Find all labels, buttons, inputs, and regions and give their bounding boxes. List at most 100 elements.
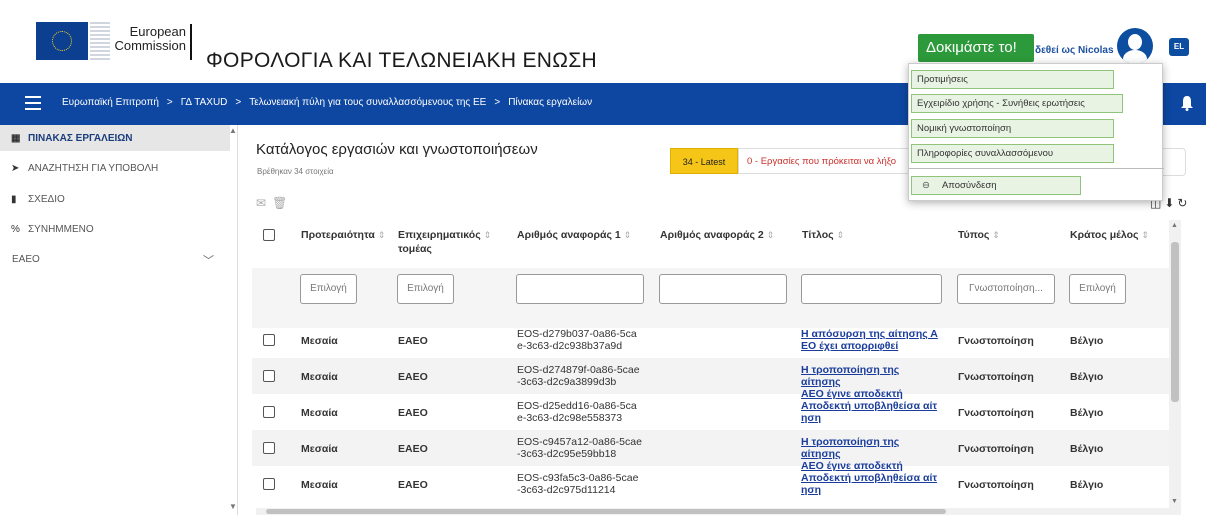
cell-sector: EAEO xyxy=(398,335,428,347)
title-line1: Η τροποποίηση της αίτησης xyxy=(801,364,900,388)
ref1-line2: -3c63-d2c9a3899d3b xyxy=(517,376,617,388)
scroll-up-icon[interactable]: ▲ xyxy=(1171,222,1178,229)
menu-item-trader-info[interactable]: Πληροφορίες συναλλασσόμενου xyxy=(911,144,1114,163)
sort-icon: ⇕ xyxy=(623,230,632,240)
scrollbar-thumb[interactable] xyxy=(1171,242,1179,402)
title-filter-input[interactable] xyxy=(801,274,942,304)
menu-item-logout[interactable]: ⊖ Αποσύνδεση xyxy=(911,176,1081,195)
ref1-line1: EOS-d274879f-0a86-5cae xyxy=(517,364,640,376)
priority-filter[interactable]: Επιλογή xyxy=(300,274,357,304)
header-sector-label-line2: τομέας xyxy=(398,243,432,255)
menu-icon[interactable] xyxy=(25,96,41,110)
row-checkbox[interactable] xyxy=(263,334,275,346)
sidebar-item-label: EAEO xyxy=(12,254,40,265)
logo-divider xyxy=(190,24,192,60)
sidebar-scroll-down-icon[interactable]: ▼ xyxy=(229,502,237,511)
scroll-down-icon[interactable]: ▼ xyxy=(1171,498,1178,505)
logged-in-user-text[interactable]: δεθεί ως Nicolas xyxy=(1035,45,1114,56)
ec-line2: Commission xyxy=(114,38,186,53)
sidebar-item-label: ΠΙΝΑΚΑΣ ΕΡΓΑΛΕΙΩΝ xyxy=(28,133,133,144)
sector-filter[interactable]: Επιλογή xyxy=(397,274,454,304)
header-type-label: Τύπος xyxy=(958,229,990,241)
cell-priority: Μεσαία xyxy=(301,335,338,347)
table-row[interactable]: Μεσαία EAEO EOS-d274879f-0a86-5cae -3c63-… xyxy=(252,358,1169,400)
try-it-button[interactable]: Δοκιμάστε το! xyxy=(918,34,1034,62)
refresh-icon[interactable]: ↻ xyxy=(1177,196,1190,210)
scrollbar-thumb[interactable] xyxy=(266,509,946,514)
cell-member-state: Βέλγιο xyxy=(1070,407,1104,419)
cell-sector: EAEO xyxy=(398,371,428,383)
header-type[interactable]: Τύπος ⇕ xyxy=(958,228,1000,242)
language-selector[interactable]: EL xyxy=(1169,38,1189,56)
bell-icon[interactable] xyxy=(1180,95,1194,111)
header-sector[interactable]: Επιχειρηματικός ⇕ τομέας xyxy=(398,228,491,256)
user-avatar[interactable] xyxy=(1117,28,1153,64)
cell-type: Γνωστοποίηση xyxy=(958,407,1034,419)
table-horizontal-scrollbar[interactable] xyxy=(256,508,1169,515)
header-reference-1[interactable]: Αριθμός αναφοράς 1 ⇕ xyxy=(517,228,631,242)
breadcrumb-separator: > xyxy=(494,97,501,108)
cell-sector: EAEO xyxy=(398,443,428,455)
ref1-filter-input[interactable] xyxy=(516,274,644,304)
title-line1: Αποδεκτή υποβληθείσα αίτ xyxy=(801,472,938,484)
header-priority[interactable]: Προτεραιότητα ⇕ xyxy=(301,228,385,242)
cell-sector: EAEO xyxy=(398,479,428,491)
sidebar: ▦ ΠΙΝΑΚΑΣ ΕΡΓΑΛΕΙΩΝ ➤ ΑΝΑΖΗΤΗΣΗ ΓΙΑ ΥΠΟΒ… xyxy=(0,125,238,515)
header-ref2-label: Αριθμός αναφοράς 2 xyxy=(660,229,764,241)
header-member-state[interactable]: Κράτος μέλος ⇕ xyxy=(1070,228,1149,242)
sort-icon: ⇕ xyxy=(992,230,1000,240)
cell-member-state: Βέλγιο xyxy=(1070,479,1104,491)
menu-item-preferences[interactable]: Προτιμήσεις xyxy=(911,70,1114,89)
breadcrumb-item-portal[interactable]: Τελωνειακή πύλη για τους συναλλασσόμενου… xyxy=(249,97,486,108)
row-checkbox[interactable] xyxy=(263,370,275,382)
member-state-filter[interactable]: Επιλογή xyxy=(1069,274,1126,304)
document-icon: ▮ xyxy=(11,194,17,205)
tab-latest[interactable]: 34 - Latest xyxy=(670,148,738,174)
ref1-line2: -3c63-d2c95e59bb18 xyxy=(517,448,617,460)
sidebar-item-eaeo[interactable]: EAEO ﹀ xyxy=(0,246,230,272)
header-title[interactable]: Τίτλος ⇕ xyxy=(802,228,844,242)
eu-stars-icon xyxy=(52,31,72,51)
table-row[interactable]: Μεσαία EAEO EOS-d279b037-0a86-5ca e-3c63-… xyxy=(252,322,1169,358)
breadcrumb-item-dashboard[interactable]: Πίνακας εργαλείων xyxy=(508,97,592,108)
table-row[interactable]: Μεσαία EAEO EOS-c93fa5c3-0a86-5cae -3c63-… xyxy=(252,466,1169,502)
breadcrumb-separator: > xyxy=(235,97,242,108)
mark-read-icon[interactable]: ✉ xyxy=(256,196,272,210)
cell-title-link[interactable]: Αποδεκτή υποβληθείσα αίτ ηση xyxy=(801,400,941,424)
table-vertical-scrollbar[interactable]: ▲ ▼ xyxy=(1169,220,1181,515)
cell-title-link[interactable]: Η απόσυρση της αίτησης Α ΕΟ έχει απορριφθ… xyxy=(801,328,941,352)
eu-flag-logo[interactable] xyxy=(36,22,88,60)
site-title: ΦΟΡΟΛΟΓΙΑ ΚΑΙ ΤΕΛΩΝΕΙΑΚΗ ΕΝΩΣΗ xyxy=(206,49,597,72)
sidebar-item-attachment[interactable]: % ΣΥΝΗΜΜΕΝΟ xyxy=(0,216,230,242)
sidebar-scroll-up-icon[interactable]: ▲ xyxy=(229,126,237,135)
row-checkbox[interactable] xyxy=(263,478,275,490)
dashboard-icon: ▦ xyxy=(11,133,21,144)
tab-expiring-tasks[interactable]: 0 - Εργασίες που πρόκειται να λήξο xyxy=(738,148,918,174)
sidebar-item-dashboard[interactable]: ▦ ΠΙΝΑΚΑΣ ΕΡΓΑΛΕΙΩΝ xyxy=(0,125,230,151)
breadcrumb-item-taxud[interactable]: ΓΔ TAXUD xyxy=(181,97,228,108)
row-checkbox[interactable] xyxy=(263,442,275,454)
breadcrumb-item-ec[interactable]: Ευρωπαϊκή Επιτροπή xyxy=(62,97,159,108)
ref1-line2: -3c63-d2c975d11214 xyxy=(517,484,616,496)
cell-member-state: Βέλγιο xyxy=(1070,335,1104,347)
menu-item-user-guide[interactable]: Εγχειρίδιο χρήσης - Συνήθεις ερωτήσεις xyxy=(911,94,1123,113)
table-row[interactable]: Μεσαία EAEO EOS-d25edd16-0a86-5ca e-3c63-… xyxy=(252,394,1169,430)
table-row[interactable]: Μεσαία EAEO EOS-c9457a12-0a86-5cae -3c63-… xyxy=(252,430,1169,472)
delete-icon[interactable]: 🗑 xyxy=(272,196,293,210)
menu-item-legal-notice[interactable]: Νομική γνωστοποίηση xyxy=(911,119,1114,138)
ref2-filter-input[interactable] xyxy=(659,274,787,304)
ref1-line1: EOS-c9457a12-0a86-5cae xyxy=(517,436,642,448)
sidebar-item-search-submission[interactable]: ➤ ΑΝΑΖΗΤΗΣΗ ΓΙΑ ΥΠΟΒΟΛΗ xyxy=(0,155,230,181)
ec-logo-text[interactable]: European Commission xyxy=(110,25,186,53)
send-icon: ➤ xyxy=(11,163,20,174)
cell-title-link[interactable]: Αποδεκτή υποβληθείσα αίτ ηση xyxy=(801,472,941,496)
select-all-checkbox[interactable] xyxy=(263,229,275,241)
download-icon[interactable]: ⬇ xyxy=(1164,196,1177,210)
header-reference-2[interactable]: Αριθμός αναφοράς 2 ⇕ xyxy=(660,228,774,242)
row-checkbox[interactable] xyxy=(263,406,275,418)
avatar-body xyxy=(1123,50,1147,64)
title-line1: Η απόσυρση της αίτησης Α xyxy=(801,328,938,340)
sidebar-item-draft[interactable]: ▮ ΣΧΕΔΙΟ xyxy=(0,186,230,212)
type-filter[interactable]: Γνωστοποίηση... xyxy=(957,274,1055,304)
cell-priority: Μεσαία xyxy=(301,371,338,383)
